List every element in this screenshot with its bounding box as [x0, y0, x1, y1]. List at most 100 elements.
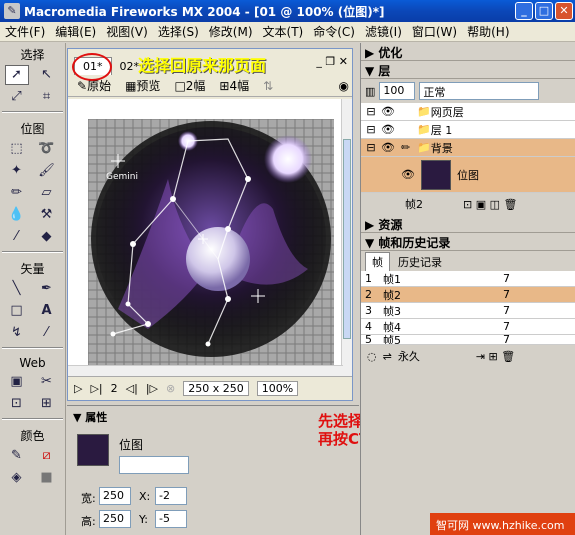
rectangle-tool-icon[interactable]: □ [5, 301, 29, 321]
opacity-input[interactable]: 100 [379, 82, 416, 100]
hotspot-tool-icon[interactable]: ▣ [5, 372, 29, 392]
properties-title[interactable]: ▼ 属性 [67, 406, 359, 426]
document-window-controls[interactable]: _ ❐ ✕ [316, 55, 348, 68]
height-input[interactable]: 250 [99, 510, 131, 528]
color-section-label: 颜色 [20, 429, 45, 443]
menu-window[interactable]: 窗口(W) [407, 23, 462, 40]
menu-file[interactable]: 文件(F) [0, 23, 50, 40]
knife-tool-icon[interactable]: ⁄ [35, 323, 59, 343]
subselect-tool-icon[interactable]: ↖ [35, 65, 59, 85]
stamp-tool-icon[interactable]: ⚒ [35, 205, 59, 225]
hide-slices-icon[interactable]: ⊡ [5, 394, 29, 414]
document-tabs: 01* 02* 选择回原来那页面 _ ❐ ✕ [68, 49, 352, 81]
fill-color-icon[interactable]: ◈ [5, 468, 29, 488]
export-icon[interactable]: ⇅ [260, 78, 276, 94]
minimize-button[interactable]: _ [515, 2, 533, 20]
document-window: 01* 02* 选择回原来那页面 _ ❐ ✕ ✎原始 ▦预览 □2幅 ⊞4幅 ⇅… [67, 48, 353, 401]
play-icon[interactable]: ▷ [74, 382, 82, 395]
brush-tool-icon[interactable]: 🖌 [35, 161, 59, 181]
blur-tool-icon[interactable]: 💧 [5, 205, 29, 225]
width-label: 宽: [81, 492, 96, 505]
view-preview-button[interactable]: ▦预览 [122, 76, 163, 95]
object-name-input[interactable] [119, 456, 189, 474]
onion-skin-icon[interactable]: ◌ [367, 350, 377, 363]
tab-history[interactable]: 历史记录 [390, 253, 450, 271]
menu-text[interactable]: 文本(T) [258, 23, 309, 40]
view-2up-button[interactable]: □2幅 [171, 76, 208, 95]
gemini-artwork: Gemini [88, 119, 334, 365]
no-stroke-icon[interactable]: ⧄ [35, 446, 59, 466]
frame-row[interactable]: 1 帧1 7 [361, 271, 575, 287]
pointer-tool-icon[interactable]: ➚ [4, 65, 29, 85]
opacity-icon: ▥ [365, 84, 376, 98]
assets-panel-header[interactable]: ▶ 资源 [361, 215, 575, 233]
marquee-tool-icon[interactable]: ⬚ [5, 139, 29, 159]
eraser-tool-icon[interactable]: ▱ [35, 183, 59, 203]
menu-select[interactable]: 选择(S) [153, 23, 204, 40]
properties-panel: ▼ 属性 位图 宽: 250 X: -2 高: 250 Y: -5 [67, 405, 359, 535]
canvas-area[interactable]: Gemini [68, 99, 343, 376]
view-toolbar: ✎原始 ▦预览 □2幅 ⊞4幅 ⇅ ◉ [68, 75, 352, 97]
tab-frames[interactable]: 帧 [365, 252, 390, 271]
frame-number: 2 [110, 382, 118, 395]
frames-history-panel-header[interactable]: ▼ 帧和历史记录 [361, 233, 575, 251]
eyedropper-tool-icon[interactable]: ⁄ [5, 227, 29, 247]
red-circle-highlight [72, 53, 112, 81]
maximize-button[interactable]: □ [535, 2, 553, 20]
loop-icon[interactable]: ⇌ [383, 350, 392, 363]
pencil-tool-icon[interactable]: ✏ [5, 183, 29, 203]
crop-tool-icon[interactable]: ⌗ [35, 87, 59, 107]
gemini-label: Gemini [106, 172, 138, 182]
blend-mode-select[interactable]: 正常 [419, 82, 540, 100]
optimize-panel-header[interactable]: ▶ 优化 [361, 43, 575, 61]
prev-frame-icon[interactable]: ◁| [126, 382, 138, 395]
y-input[interactable]: -5 [155, 510, 187, 528]
layer-row-web[interactable]: ⊟ 👁 📁 网页层 [361, 103, 575, 121]
view-4up-button[interactable]: ⊞4幅 [216, 76, 252, 95]
menu-view[interactable]: 视图(V) [101, 23, 153, 40]
object-type-label: 位图 [119, 438, 144, 452]
menu-help[interactable]: 帮助(H) [462, 23, 514, 40]
show-slices-icon[interactable]: ⊞ [35, 394, 59, 414]
magic-wand-icon[interactable]: ✦ [5, 161, 29, 181]
x-label: X: [139, 490, 151, 503]
next-frame-icon[interactable]: ▷| [90, 382, 102, 395]
freeform-tool-icon[interactable]: ↯ [5, 323, 29, 343]
text-tool-icon[interactable]: A [35, 301, 59, 321]
loop-label[interactable]: 永久 [398, 348, 420, 364]
frame-row[interactable]: 5 帧5 7 [361, 335, 575, 345]
x-input[interactable]: -2 [155, 487, 187, 505]
frame-action-icons[interactable]: ⇥ ⊞ 🗑 [476, 350, 515, 363]
menu-filters[interactable]: 滤镜(I) [360, 23, 407, 40]
tools-panel: 选择 ➚ ↖ ⤢ ⌗ 位图 ⬚ ➰ ✦ 🖌 ✏ ▱ 💧 ⚒ ⁄ ◆ 矢量 ╲ ✒… [0, 43, 66, 535]
close-button[interactable]: ✕ [555, 2, 573, 20]
lasso-tool-icon[interactable]: ➰ [35, 139, 59, 159]
layer-row-background[interactable]: ⊟ 👁 ✏ 📁 背景 [361, 139, 575, 157]
pen-tool-icon[interactable]: ✒ [35, 279, 59, 299]
paint-bucket-icon[interactable]: ◆ [35, 227, 59, 247]
width-input[interactable]: 250 [99, 487, 131, 505]
stroke-color-icon[interactable]: ✎ [5, 446, 29, 466]
layers-panel-header[interactable]: ▼ 层 [361, 61, 575, 79]
zoom-select[interactable]: 100% [256, 381, 299, 396]
menu-modify[interactable]: 修改(M) [204, 23, 258, 40]
frame-row[interactable]: 3 帧3 7 [361, 303, 575, 319]
vertical-scrollbar[interactable] [341, 99, 352, 376]
annotation-select-page: 选择回原来那页面 [138, 56, 267, 75]
frame-row[interactable]: 2 帧2 7 [361, 287, 575, 303]
horizontal-scrollbar[interactable] [68, 365, 343, 376]
fill-swatch-icon[interactable]: ■ [35, 468, 59, 488]
layer-row-1[interactable]: ⊟ 👁 📁 层 1 [361, 121, 575, 139]
slice-tool-icon[interactable]: ✂ [35, 372, 59, 392]
last-frame-icon[interactable]: |▷ [146, 382, 158, 395]
height-label: 高: [81, 515, 96, 528]
stop-icon[interactable]: ⊗ [166, 382, 175, 395]
line-tool-icon[interactable]: ╲ [5, 279, 29, 299]
layer-action-icons[interactable]: ⊡ ▣ ◫ 🗑 [463, 198, 517, 211]
scale-tool-icon[interactable]: ⤢ [5, 87, 29, 107]
menu-edit[interactable]: 编辑(E) [50, 23, 101, 40]
menu-commands[interactable]: 命令(C) [308, 23, 360, 40]
quick-export-icon[interactable]: ◉ [336, 78, 352, 94]
frame-row[interactable]: 4 帧4 7 [361, 319, 575, 335]
bitmap-object-row[interactable]: 👁 位图 [361, 157, 575, 193]
